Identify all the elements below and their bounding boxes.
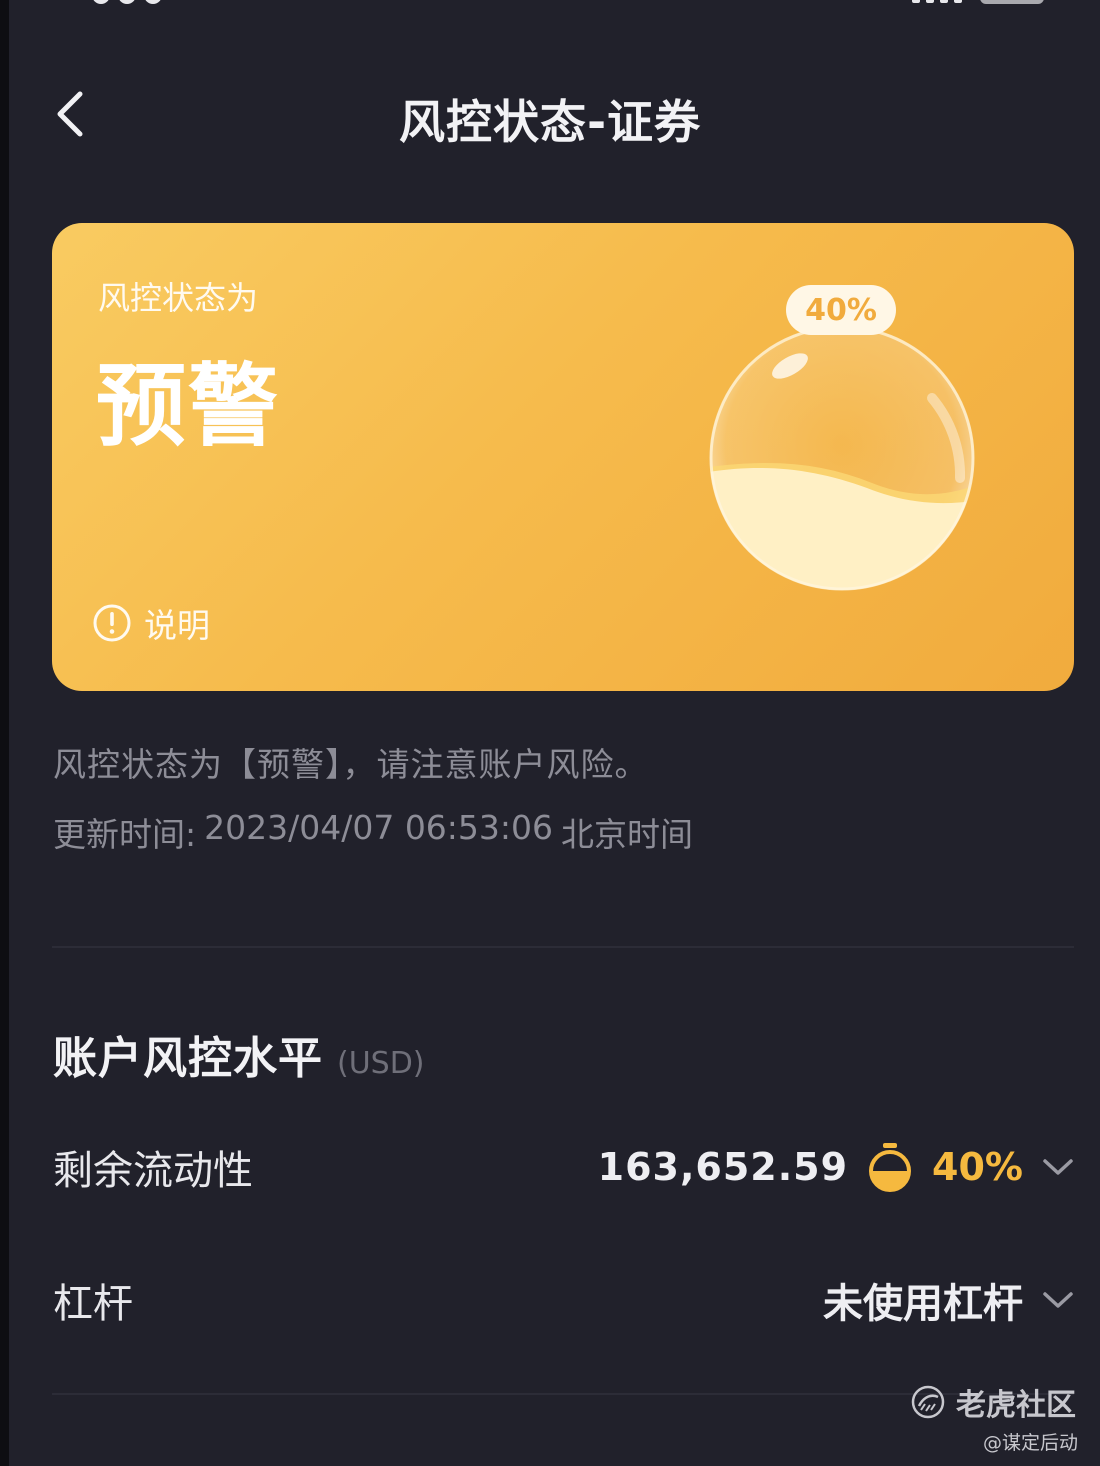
explain-label: 说明 <box>144 606 210 645</box>
section-header: 账户风控水平 (USD) <box>53 1022 425 1086</box>
liquidity-row[interactable]: 剩余流动性 163,652.59 40% <box>53 1127 1075 1207</box>
nav-header: 风控状态-证券 <box>0 60 1100 170</box>
watermark-name: 老虎社区 <box>956 1388 1076 1423</box>
status-bar-right <box>912 0 1044 4</box>
risk-level-bubble: 40% <box>692 278 992 598</box>
status-dot <box>144 0 162 4</box>
status-dot <box>118 0 136 4</box>
liquidity-percent: 40% <box>932 1145 1023 1189</box>
page-title: 风控状态-证券 <box>398 95 702 149</box>
update-time-line: 更新时间: 2023/04/07 06:53:06 北京时间 <box>53 808 693 856</box>
card-label: 风控状态为 <box>98 279 259 317</box>
leverage-value: 未使用杠杆 <box>823 1281 1023 1327</box>
signal-icon <box>912 0 962 3</box>
liquidity-value-group[interactable]: 163,652.59 40% <box>598 1141 1075 1193</box>
liquidity-value: 163,652.59 <box>597 1145 849 1189</box>
tiger-logo-icon <box>911 1385 945 1419</box>
window-edge <box>0 0 9 1466</box>
chevron-down-icon <box>1043 1292 1073 1308</box>
risk-status-page: 风控状态-证券 风控状态为 预警 40% 说明 风控状态为【预警】，请注意账户风… <box>0 0 1100 1466</box>
update-label: 更新时间: <box>53 815 197 854</box>
explain-button[interactable]: 说明 <box>92 599 210 647</box>
leverage-value-group[interactable]: 未使用杠杆 <box>823 1271 1075 1329</box>
status-dot <box>92 0 110 4</box>
watermark: 老虎社区 <box>910 1380 1076 1424</box>
currency-unit: (USD) <box>337 1046 425 1081</box>
risk-percent-badge: 40% <box>786 285 896 335</box>
watermark-user: @谋定后动 <box>982 1432 1078 1454</box>
risk-status-card: 风控状态为 预警 40% 说明 <box>52 223 1074 691</box>
status-message: 风控状态为【预警】，请注意账户风险。 <box>53 745 649 784</box>
update-time: 2023/04/07 06:53:06 <box>204 808 554 847</box>
battery-icon <box>980 0 1044 4</box>
leverage-label: 杠杆 <box>53 1281 133 1327</box>
risk-status-value: 预警 <box>96 354 280 459</box>
status-bar-left <box>92 0 162 4</box>
section-title: 账户风控水平 <box>53 1033 323 1084</box>
timezone-label: 北京时间 <box>561 815 694 854</box>
chevron-down-icon <box>1043 1159 1073 1175</box>
liquidity-label: 剩余流动性 <box>53 1148 253 1194</box>
info-icon <box>93 604 131 642</box>
divider <box>52 946 1074 948</box>
leverage-row[interactable]: 杠杆 未使用杠杆 <box>53 1260 1075 1340</box>
stopwatch-gauge-icon <box>869 1143 912 1192</box>
